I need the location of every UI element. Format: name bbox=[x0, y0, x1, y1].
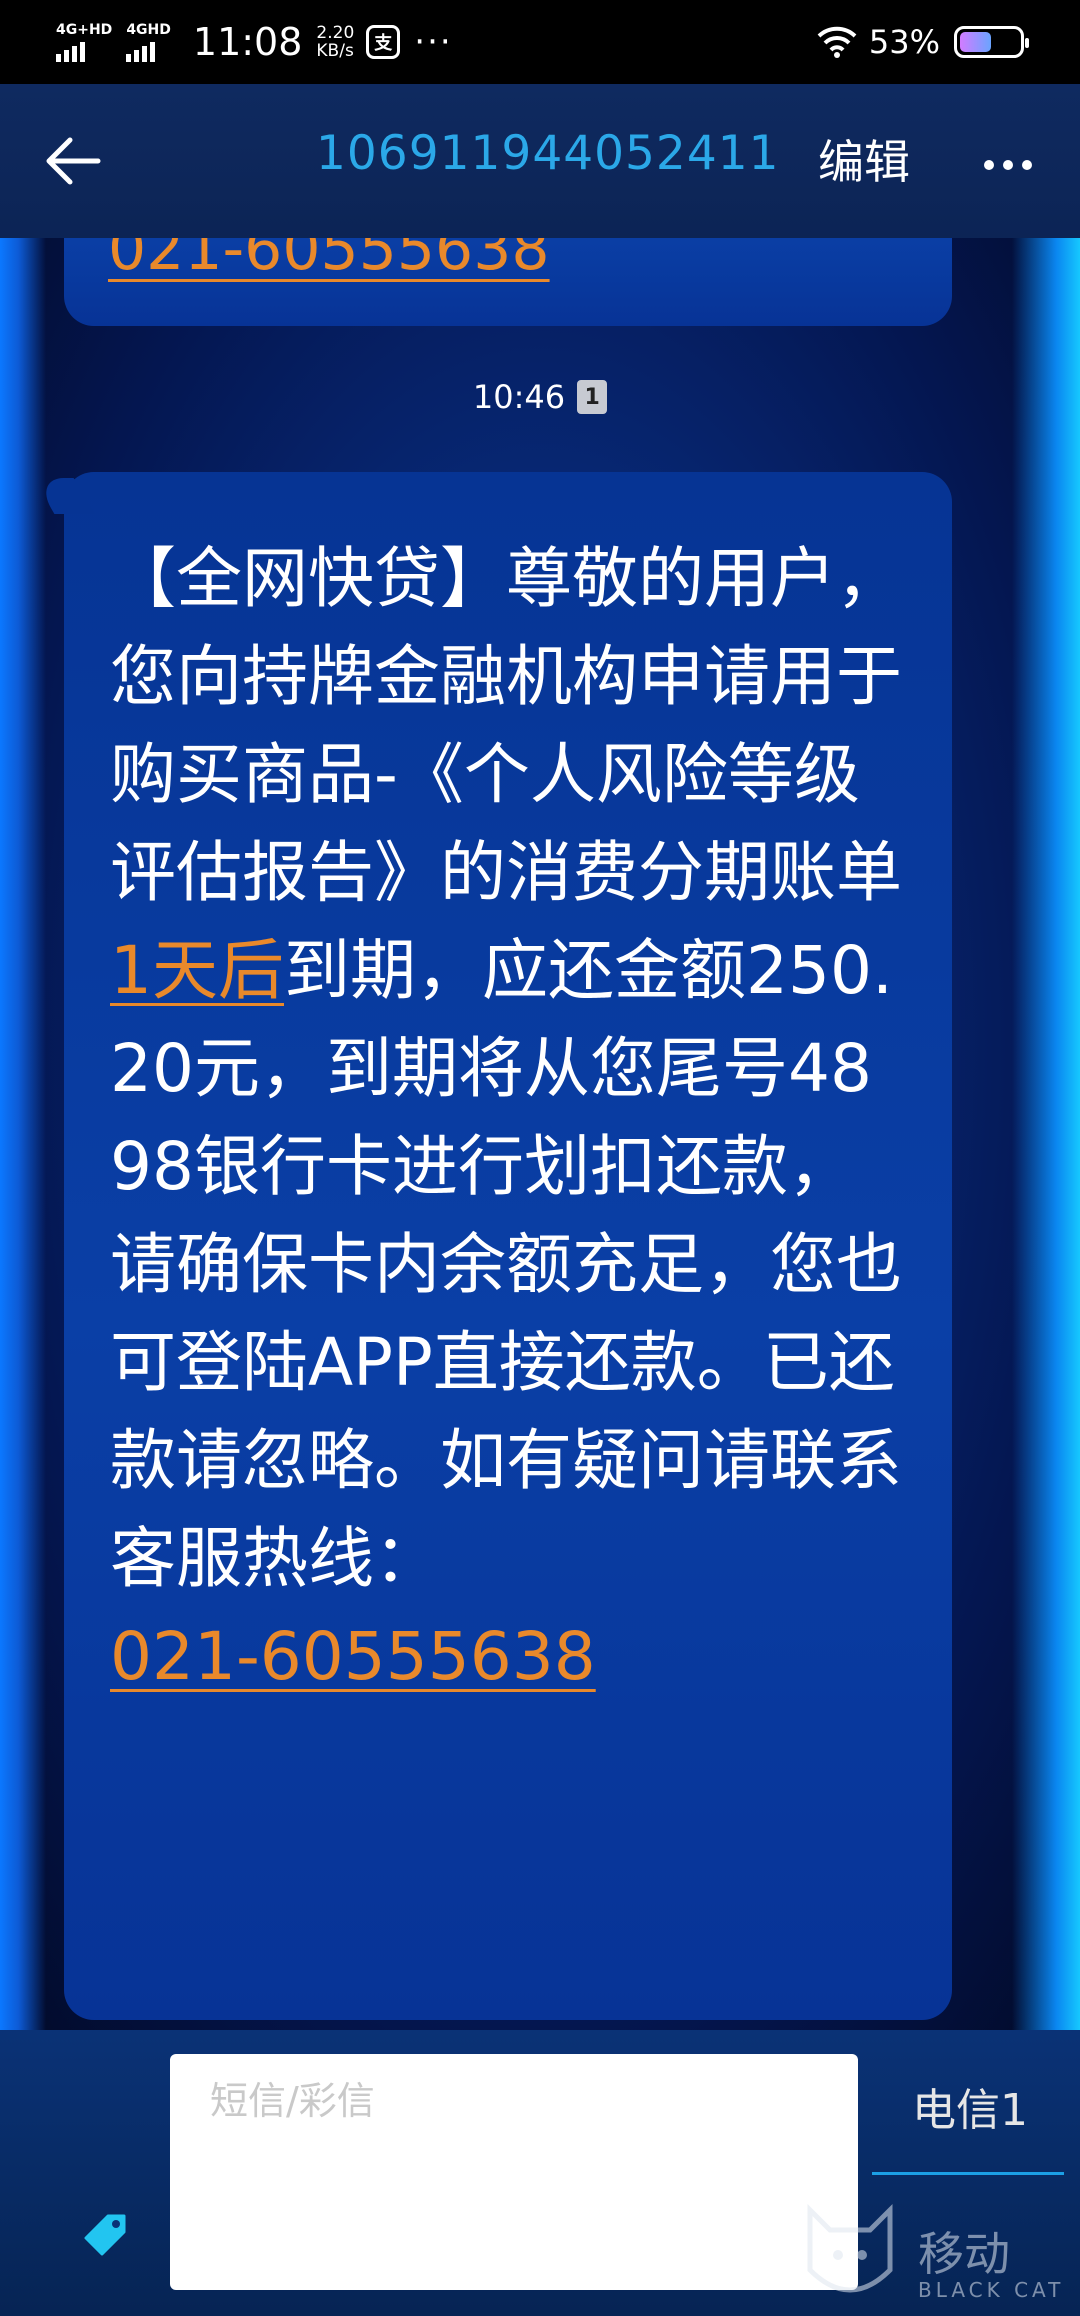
battery-percent: 53% bbox=[868, 23, 940, 61]
previous-message-bubble[interactable]: 021-60555638 bbox=[64, 238, 952, 326]
edit-button[interactable]: 编辑 bbox=[818, 126, 910, 192]
speed-unit: KB/s bbox=[316, 41, 354, 61]
conversation-header: 106911944052411 编辑 bbox=[0, 84, 1080, 238]
message-input[interactable]: 短信/彩信 bbox=[170, 2054, 858, 2290]
speed-value: 2.20 bbox=[316, 23, 355, 43]
tag-icon[interactable] bbox=[80, 2208, 132, 2260]
phone-link[interactable]: 021-60555638 bbox=[108, 238, 550, 284]
contact-number[interactable]: 106911944052411 bbox=[316, 126, 780, 181]
more-options-icon[interactable] bbox=[984, 160, 1032, 170]
signal-bars-icon bbox=[126, 40, 156, 62]
watermark-text: 移动 bbox=[918, 2227, 1010, 2281]
clock: 11:08 bbox=[192, 20, 303, 64]
signal-bars-icon bbox=[56, 40, 85, 62]
signal-2-label: 4GHD bbox=[126, 21, 171, 38]
wifi-icon bbox=[817, 26, 857, 58]
message-part-1: 【全网快贷】尊敬的用户，您向持牌金融机构申请用于购买商品-《个人风险等级评估报告… bbox=[110, 540, 902, 911]
signal-1-label: 4G+HD bbox=[56, 21, 113, 38]
status-right: 53% bbox=[817, 23, 1029, 61]
sim-underline bbox=[872, 2172, 1064, 2175]
input-placeholder: 短信/彩信 bbox=[210, 2079, 375, 2123]
message-list[interactable]: 021-60555638 10:46 1 【全网快贷】尊敬的用户，您向持牌金融机… bbox=[0, 238, 1080, 2030]
phone-link[interactable]: 021-60555638 bbox=[110, 1618, 596, 1695]
timestamp: 10:46 bbox=[472, 378, 566, 416]
date-link[interactable]: 1天后 bbox=[110, 932, 284, 1009]
sim-select-button[interactable]: 电信1 bbox=[912, 2074, 1028, 2138]
status-bar: 4G+HD 4GHD 11:08 2.20 KB/s 支 ··· 53% bbox=[0, 0, 1080, 84]
timestamp-row: 10:46 1 bbox=[0, 378, 1080, 416]
more-notifications-icon: ··· bbox=[414, 22, 453, 62]
message-bubble[interactable]: 【全网快贷】尊敬的用户，您向持牌金融机构申请用于购买商品-《个人风险等级评估报告… bbox=[33, 472, 952, 2020]
message-part-2: 到期，应还金额250.20元，到期将从您尾号4898银行卡进行划扣还款，请确保卡… bbox=[110, 932, 902, 1597]
battery-icon bbox=[954, 26, 1029, 58]
network-speed: 2.20 KB/s bbox=[316, 24, 354, 60]
cat-logo-icon bbox=[807, 2203, 893, 2293]
message-text: 【全网快贷】尊敬的用户，您向持牌金融机构申请用于购买商品-《个人风险等级评估报告… bbox=[110, 530, 906, 1706]
watermark-logo: 移动 BLACK CAT bbox=[800, 2200, 1080, 2316]
alipay-icon: 支 bbox=[366, 25, 401, 59]
signal-2: 4GHD bbox=[126, 23, 171, 62]
edge-glow-left bbox=[0, 238, 46, 2030]
compose-bar: 短信/彩信 电信1 移动 BLACK CAT bbox=[0, 2030, 1080, 2316]
edge-glow-right bbox=[1012, 238, 1080, 2030]
signal-1: 4G+HD bbox=[56, 23, 112, 62]
back-arrow-icon[interactable] bbox=[40, 128, 106, 194]
watermark-subtext: BLACK CAT bbox=[918, 2278, 1065, 2302]
battery-fill bbox=[960, 32, 991, 52]
sim-badge-icon: 1 bbox=[577, 380, 608, 414]
